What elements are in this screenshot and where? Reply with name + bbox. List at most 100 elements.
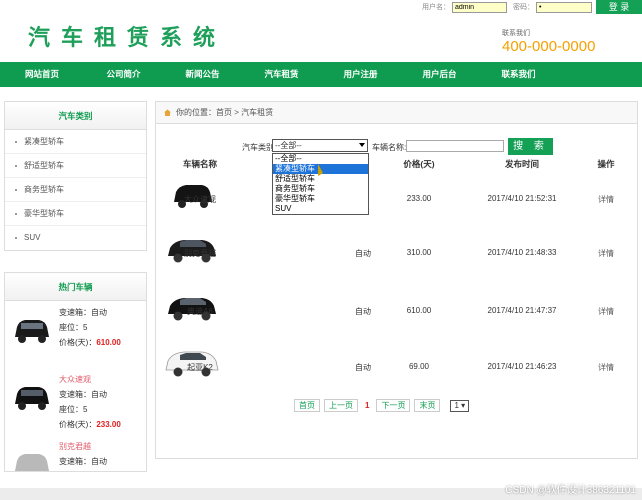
category-list: 紧凑型轿车 舒适型轿车 商务型轿车 豪华型轿车 SUV <box>5 130 146 250</box>
username-label: 用户名： <box>422 4 450 11</box>
category-label: 商务型轿车 <box>24 185 64 194</box>
car-image <box>168 298 216 321</box>
category-item[interactable]: 紧凑型轿车 <box>5 130 146 154</box>
table-row: 大众速观 233.00 2017/4/10 21:52:31 详情 <box>156 174 637 224</box>
category-item[interactable]: SUV <box>5 226 146 250</box>
category-filter-label: 汽车类别 <box>242 143 274 152</box>
car-price: 310.00 <box>406 248 432 257</box>
car-image <box>15 387 49 410</box>
hot-car-item[interactable]: 变速箱：自动 座位：5 价格(天)：610.00 <box>5 301 146 368</box>
last-page-button[interactable]: 末页 <box>414 399 441 412</box>
col-name-header: 车辆名称 <box>182 159 217 169</box>
detail-link[interactable]: 详情 <box>586 362 626 373</box>
prev-page-button[interactable]: 上一页 <box>324 399 358 412</box>
car-image <box>15 320 49 343</box>
car-image <box>168 240 216 263</box>
login-button[interactable]: 登 录 <box>596 0 642 14</box>
nav-news[interactable]: 新闻公告 <box>163 62 242 87</box>
category-item[interactable]: 舒适型轿车 <box>5 154 146 178</box>
car-price: 69.00 <box>408 362 430 371</box>
hot-car-item[interactable]: 别克君越 变速箱：自动 <box>5 435 146 471</box>
hot-car-price: 价格(天)：233.00 <box>59 420 121 429</box>
password-label: 密码： <box>513 4 534 11</box>
category-item[interactable]: 商务型轿车 <box>5 178 146 202</box>
car-name-input[interactable] <box>406 140 504 152</box>
bullet-icon <box>15 164 17 167</box>
car-name: 大众速观 <box>184 195 216 204</box>
col-action-header: 操作 <box>597 159 615 169</box>
page-select-value: 1 <box>454 400 459 410</box>
next-page-button[interactable]: 下一页 <box>376 399 411 412</box>
nav-about[interactable]: 公司简介 <box>84 62 163 87</box>
breadcrumb-text: 你的位置：首页 > 汽车租赁 <box>176 108 274 117</box>
car-transmission: 自动 <box>355 307 371 316</box>
site-title: 汽车租赁系统 <box>28 25 227 51</box>
category-label: SUV <box>24 233 41 242</box>
hot-car-price: 价格(天)：610.00 <box>59 338 121 347</box>
detail-link[interactable]: 详情 <box>586 194 626 205</box>
pagination: 首页 上一页 1 下一页 末页 1 ▾ <box>294 399 470 412</box>
hot-car-name[interactable]: 别克君越 <box>59 439 107 454</box>
car-transmission: 自动 <box>355 363 371 372</box>
hot-car-transmission: 变速箱：自动 <box>59 308 107 317</box>
car-image <box>15 454 49 471</box>
hot-car-name[interactable]: 大众速观 <box>59 372 121 387</box>
nav-register[interactable]: 用户注册 <box>321 62 400 87</box>
hot-car-item[interactable]: 大众速观 变速箱：自动 座位：5 价格(天)：233.00 <box>5 368 146 435</box>
chevron-down-icon <box>359 143 365 147</box>
car-name: 起亚K2 <box>187 363 213 372</box>
category-label: 舒适型轿车 <box>24 161 64 170</box>
current-page: 1 <box>365 401 370 410</box>
nav-contact[interactable]: 联系我们 <box>479 62 558 87</box>
car-name: 别克君越 <box>184 249 216 258</box>
page-select[interactable]: 1 ▾ <box>450 399 470 412</box>
car-transmission: 自动 <box>355 249 371 258</box>
detail-link[interactable]: 详情 <box>586 306 626 317</box>
nav-car-rental[interactable]: 汽车租赁 <box>242 62 321 87</box>
search-bar: 汽车类别 --全部-- 车辆名称: 搜 索 <box>156 138 637 156</box>
category-label: 豪华型轿车 <box>24 209 64 218</box>
car-publish-time: 2017/4/10 21:48:33 <box>487 248 557 257</box>
hot-car-transmission: 变速箱：自动 <box>59 390 107 399</box>
bullet-icon <box>15 188 17 191</box>
watermark: CSDN @软件设计386321101 <box>505 485 636 496</box>
car-price: 610.00 <box>406 306 432 315</box>
main-content: 你的位置：首页 > 汽车租赁 汽车类别 --全部-- 车辆名称: 搜 索 --全… <box>155 101 638 459</box>
username-input[interactable] <box>452 1 507 13</box>
detail-link[interactable]: 详情 <box>586 248 626 259</box>
contact-label: 联系我们 <box>502 30 530 37</box>
car-publish-time: 2017/4/10 21:52:31 <box>487 194 557 203</box>
car-name-label: 车辆名称: <box>372 143 407 152</box>
car-publish-time: 2017/4/10 21:46:23 <box>487 362 557 371</box>
mouse-cursor-icon <box>318 164 323 176</box>
category-dropdown: --全部-- 紧凑型轿车 舒适型轿车 商务型轿车 豪华型轿车 SUV <box>272 153 369 215</box>
car-image <box>165 351 219 377</box>
dropdown-option[interactable]: SUV <box>273 204 368 214</box>
category-panel: 汽车类别 紧凑型轿车 舒适型轿车 商务型轿车 豪华型轿车 SUV <box>4 101 147 251</box>
bullet-icon <box>15 140 17 143</box>
hot-car-seats: 座位：5 <box>59 405 88 414</box>
nav-user-center[interactable]: 用户后台 <box>400 62 479 87</box>
table-row: 奥迪A6 自动 610.00 2017/4/10 21:47:37 详情 <box>156 286 637 336</box>
site-header: 汽车租赁系统 用户名： 密码： 登 录 联系我们 400-000-0000 <box>0 0 642 62</box>
table-row: 别克君越 自动 310.00 2017/4/10 21:48:33 详情 <box>156 228 637 278</box>
home-icon <box>164 109 171 117</box>
nav-home[interactable]: 网站首页 <box>0 62 84 87</box>
category-select[interactable]: --全部-- <box>272 139 368 152</box>
search-button[interactable]: 搜 索 <box>508 138 553 155</box>
hot-cars-title: 热门车辆 <box>5 273 146 301</box>
dropdown-option[interactable]: --全部-- <box>273 154 368 164</box>
hot-cars-panel: 热门车辆 变速箱：自动 座位：5 价格(天)：610.00 大众速观 变速箱：自… <box>4 272 147 472</box>
category-label: 紧凑型轿车 <box>24 137 64 146</box>
first-page-button[interactable]: 首页 <box>294 399 320 412</box>
col-time-header: 发布时间 <box>504 159 539 169</box>
dropdown-option[interactable]: 豪华型轿车 <box>273 194 368 204</box>
main-nav: 网站首页 公司简介 新闻公告 汽车租赁 用户注册 用户后台 联系我们 <box>0 62 642 87</box>
car-image <box>174 185 212 208</box>
dropdown-option[interactable]: 商务型轿车 <box>273 184 368 194</box>
password-input[interactable] <box>536 1 592 13</box>
category-item[interactable]: 豪华型轿车 <box>5 202 146 226</box>
hot-car-transmission: 变速箱：自动 <box>59 457 107 466</box>
bullet-icon <box>15 236 17 239</box>
car-price: 233.00 <box>406 194 432 203</box>
